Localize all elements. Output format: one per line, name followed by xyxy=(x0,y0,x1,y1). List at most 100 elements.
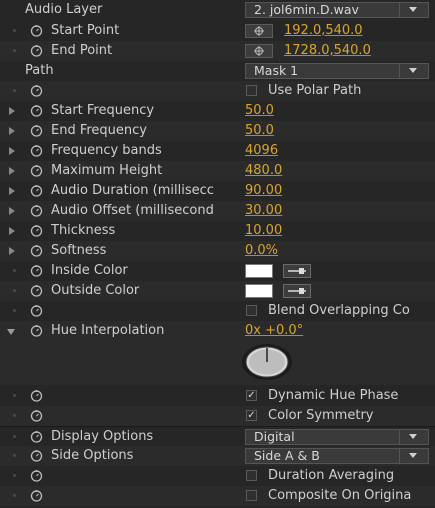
maximum-height-value[interactable]: 480.0 xyxy=(245,163,282,178)
stopwatch-icon[interactable] xyxy=(30,24,43,37)
stopwatch-icon[interactable] xyxy=(30,44,43,57)
chevron-down-icon xyxy=(399,449,428,463)
display-options-dropdown[interactable]: Digital xyxy=(245,429,429,445)
stopwatch-icon[interactable] xyxy=(30,244,43,257)
bullet-icon xyxy=(13,474,16,477)
stopwatch-icon[interactable] xyxy=(30,84,43,97)
maximum-height-label: Maximum Height xyxy=(51,163,163,178)
expand-triangle-icon[interactable] xyxy=(9,187,15,195)
expand-triangle-icon[interactable] xyxy=(9,247,15,255)
end-frequency-row: End Frequency 50.0 xyxy=(0,121,435,141)
hue-interpolation-value[interactable]: 0x +0.0° xyxy=(245,323,303,338)
crosshair-icon[interactable] xyxy=(245,44,273,58)
side-options-label: Side Options xyxy=(51,448,134,463)
thickness-value[interactable]: 10.00 xyxy=(245,223,282,238)
bullet-icon xyxy=(13,269,16,272)
audio-duration-value[interactable]: 90.00 xyxy=(245,183,282,198)
blend-overlapping-checkbox[interactable] xyxy=(246,305,257,316)
duration-averaging-checkbox[interactable] xyxy=(246,470,257,481)
stopwatch-icon[interactable] xyxy=(30,469,43,482)
bullet-icon xyxy=(13,309,16,312)
composite-on-original-checkbox[interactable] xyxy=(246,490,257,501)
collapse-triangle-icon[interactable] xyxy=(7,329,15,335)
audio-duration-label: Audio Duration (millisecc xyxy=(51,183,214,198)
expand-triangle-icon[interactable] xyxy=(9,147,15,155)
stopwatch-icon[interactable] xyxy=(30,304,43,317)
path-value: Mask 1 xyxy=(254,63,299,78)
expand-triangle-icon[interactable] xyxy=(9,207,15,215)
end-frequency-value[interactable]: 50.0 xyxy=(245,123,274,138)
bullet-icon xyxy=(13,29,16,32)
stopwatch-icon[interactable] xyxy=(30,430,43,443)
end-point-value[interactable]: 1728.0,540.0 xyxy=(284,43,371,58)
stopwatch-icon[interactable] xyxy=(30,224,43,237)
stopwatch-icon[interactable] xyxy=(30,104,43,117)
stopwatch-icon[interactable] xyxy=(30,409,43,422)
color-symmetry-label: Color Symmetry xyxy=(268,408,374,423)
blend-overlapping-row: Blend Overlapping Co xyxy=(0,301,435,321)
start-frequency-value[interactable]: 50.0 xyxy=(245,103,274,118)
display-options-row: Display Options Digital xyxy=(0,426,435,446)
end-frequency-label: End Frequency xyxy=(51,123,147,138)
crosshair-icon[interactable] xyxy=(245,24,273,38)
bullet-icon xyxy=(13,289,16,292)
frequency-bands-row: Frequency bands 4096 xyxy=(0,141,435,161)
expand-triangle-icon[interactable] xyxy=(9,167,15,175)
stopwatch-icon[interactable] xyxy=(30,144,43,157)
eyedropper-icon[interactable] xyxy=(283,264,311,278)
eyedropper-icon[interactable] xyxy=(283,284,311,298)
color-symmetry-checkbox[interactable]: ✓ xyxy=(246,410,257,421)
stopwatch-icon[interactable] xyxy=(30,124,43,137)
use-polar-path-checkbox[interactable] xyxy=(246,85,257,96)
audio-offset-value[interactable]: 30.00 xyxy=(245,203,282,218)
color-symmetry-row: ✓ Color Symmetry xyxy=(0,406,435,426)
inside-color-swatch[interactable] xyxy=(245,264,273,278)
audio-layer-label: Audio Layer xyxy=(25,2,103,17)
bullet-icon xyxy=(13,454,16,457)
display-options-value: Digital xyxy=(254,429,295,444)
expand-triangle-icon[interactable] xyxy=(9,227,15,235)
stopwatch-icon[interactable] xyxy=(30,389,43,402)
stopwatch-icon[interactable] xyxy=(30,184,43,197)
audio-layer-row: Audio Layer 2. jol6min.D.wav xyxy=(0,0,435,20)
bullet-icon xyxy=(13,89,16,92)
outside-color-row: Outside Color xyxy=(0,281,435,301)
hue-interpolation-label: Hue Interpolation xyxy=(51,323,165,338)
dynamic-hue-phase-row: ✓ Dynamic Hue Phase xyxy=(0,386,435,406)
path-dropdown[interactable]: Mask 1 xyxy=(245,63,429,79)
end-point-label: End Point xyxy=(51,43,113,58)
angle-dial-icon[interactable] xyxy=(241,343,293,381)
stopwatch-icon[interactable] xyxy=(30,449,43,462)
path-row: Path Mask 1 xyxy=(0,61,435,81)
inside-color-label: Inside Color xyxy=(51,263,128,278)
expand-triangle-icon[interactable] xyxy=(9,127,15,135)
frequency-bands-value[interactable]: 4096 xyxy=(245,143,278,158)
audio-layer-value: 2. jol6min.D.wav xyxy=(254,2,359,17)
start-point-value[interactable]: 192.0,540.0 xyxy=(284,23,363,38)
side-options-row: Side Options Side A & B xyxy=(0,446,435,466)
effect-controls-panel: Audio Layer 2. jol6min.D.wav Start Point… xyxy=(0,0,435,508)
stopwatch-icon[interactable] xyxy=(30,489,43,502)
maximum-height-row: Maximum Height 480.0 xyxy=(0,161,435,181)
softness-value[interactable]: 0.0% xyxy=(245,243,278,258)
start-point-row: Start Point 192.0,540.0 xyxy=(0,21,435,41)
outside-color-swatch[interactable] xyxy=(245,284,273,298)
chevron-down-icon xyxy=(399,430,428,444)
dynamic-hue-phase-checkbox[interactable]: ✓ xyxy=(246,390,257,401)
stopwatch-icon[interactable] xyxy=(30,284,43,297)
display-options-label: Display Options xyxy=(51,429,154,444)
stopwatch-icon[interactable] xyxy=(30,264,43,277)
stopwatch-icon[interactable] xyxy=(30,164,43,177)
start-frequency-label: Start Frequency xyxy=(51,103,155,118)
audio-layer-dropdown[interactable]: 2. jol6min.D.wav xyxy=(245,2,429,18)
stopwatch-icon[interactable] xyxy=(30,204,43,217)
bullet-icon xyxy=(13,435,16,438)
side-options-dropdown[interactable]: Side A & B xyxy=(245,448,429,464)
thickness-label: Thickness xyxy=(51,223,116,238)
dynamic-hue-phase-label: Dynamic Hue Phase xyxy=(268,388,399,403)
bullet-icon xyxy=(13,494,16,497)
expand-triangle-icon[interactable] xyxy=(9,107,15,115)
stopwatch-icon[interactable] xyxy=(30,324,43,337)
chevron-down-icon xyxy=(399,64,428,78)
audio-duration-row: Audio Duration (millisecc 90.00 xyxy=(0,181,435,201)
